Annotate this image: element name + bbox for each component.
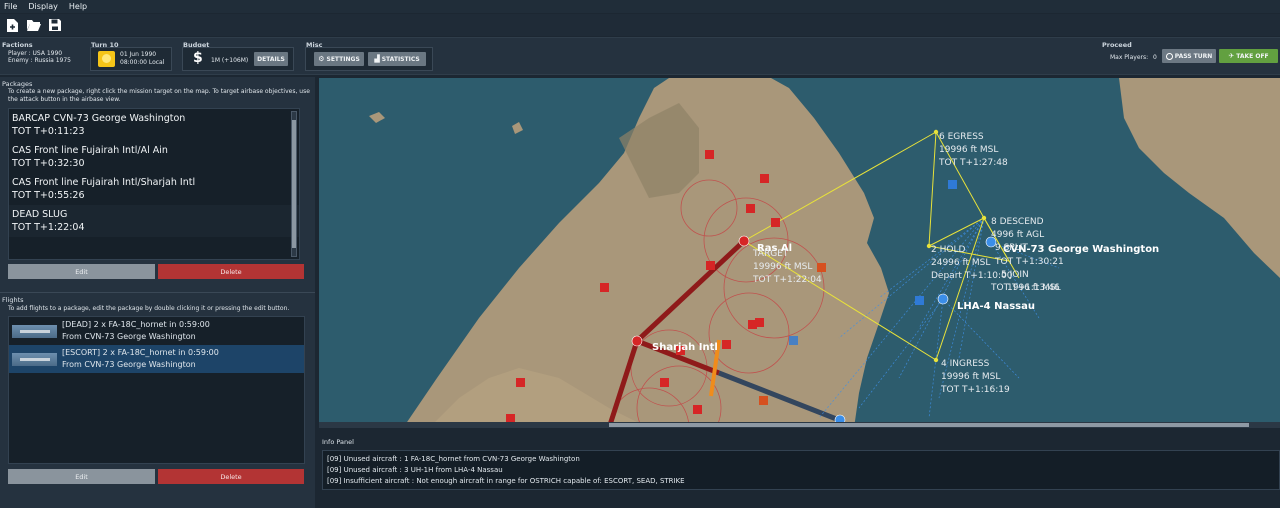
take-off-label: TAKE OFF bbox=[1236, 52, 1269, 60]
settings-label: SETTINGS bbox=[326, 55, 360, 63]
pass-turn-button[interactable]: PASS TURN bbox=[1162, 49, 1216, 63]
menu-help[interactable]: Help bbox=[69, 2, 87, 11]
wp-egress-3: TOT T+1:27:48 bbox=[938, 158, 1008, 168]
package-name: CAS Front line Fujairah Intl/Al Ain bbox=[12, 145, 168, 156]
player-faction: Player : USA 1990 bbox=[8, 50, 63, 57]
dollar-icon: $ bbox=[193, 50, 203, 66]
statistics-label: STATISTICS bbox=[381, 55, 420, 63]
wp-ingress-1: 4 INGRESS bbox=[941, 359, 990, 369]
folder-open-icon[interactable] bbox=[26, 18, 41, 33]
wp-split: 9 SPLIT bbox=[995, 243, 1028, 253]
clock-icon bbox=[1165, 52, 1173, 60]
turn-date: 01 Jun 1990 bbox=[120, 51, 157, 58]
info-panel-title: Info Panel bbox=[322, 438, 354, 446]
left-panel: Packages To create a new package, right … bbox=[0, 77, 315, 508]
sun-icon bbox=[98, 51, 115, 67]
menu-display[interactable]: Display bbox=[28, 2, 58, 11]
wp-target-2: 19996 ft MSL bbox=[753, 262, 812, 272]
info-panel: [09] Unused aircraft : 1 FA-18C_hornet f… bbox=[322, 450, 1280, 490]
package-delete-button[interactable]: Delete bbox=[158, 264, 304, 279]
flight-origin: From CVN-73 George Washington bbox=[62, 332, 196, 341]
max-players-label: Max Players: bbox=[1110, 54, 1149, 61]
turn-box: 01 Jun 1990 08:00:00 Local bbox=[90, 47, 172, 71]
flight-title: [ESCORT] 2 x FA-18C_hornet in 0:59:00 bbox=[62, 348, 219, 357]
chart-icon: ▟ bbox=[374, 55, 380, 63]
budget-box: $ 1M (+106M) DETAILS bbox=[182, 47, 294, 71]
settings-button[interactable]: ⚙ SETTINGS bbox=[314, 52, 364, 66]
lha-marker[interactable] bbox=[937, 293, 949, 305]
budget-value: 1M (+106M) bbox=[211, 57, 249, 64]
toolbar bbox=[0, 14, 1280, 36]
max-players-value: 0 bbox=[1153, 54, 1157, 61]
enemy-faction: Enemy : Russia 1975 bbox=[8, 57, 71, 64]
package-name: BARCAP CVN-73 George Washington bbox=[12, 113, 186, 124]
statistics-button[interactable]: ▟ STATISTICS bbox=[368, 52, 426, 66]
flight-title: [DEAD] 2 x FA-18C_hornet in 0:59:00 bbox=[62, 320, 210, 329]
flights-list: [DEAD] 2 x FA-18C_hornet in 0:59:00 From… bbox=[8, 316, 305, 464]
ras-al-base-marker[interactable] bbox=[738, 235, 750, 247]
floppy-icon[interactable] bbox=[47, 18, 62, 33]
package-tot: TOT T+0:55:26 bbox=[12, 190, 85, 201]
wp-tot-1: TOT T+1:30:21 bbox=[994, 257, 1064, 267]
packages-scrollbar[interactable] bbox=[291, 111, 297, 257]
flight-edit-button[interactable]: Edit bbox=[8, 469, 155, 484]
packages-list: BARCAP CVN-73 George Washington TOT T+0:… bbox=[8, 108, 300, 260]
lha-label: LHA-4 Nassau bbox=[957, 301, 1035, 312]
list-item[interactable]: CAS Front line Fujairah Intl/Sharjah Int… bbox=[9, 173, 299, 205]
wp-hold-3: Depart T+1:10:00 bbox=[931, 271, 1013, 281]
wp-tot-2: TOT T+1:13:46 bbox=[990, 283, 1060, 293]
map-view[interactable]: Ras Al Sharjah Intl CVN-73 George Washin… bbox=[319, 78, 1280, 428]
list-item[interactable]: [ESCORT] 2 x FA-18C_hornet in 0:59:00 Fr… bbox=[9, 345, 304, 373]
top-bar: Factions Player : USA 1990 Enemy : Russi… bbox=[0, 37, 1280, 75]
gear-icon: ⚙ bbox=[318, 55, 325, 63]
file-plus-icon[interactable] bbox=[5, 18, 20, 33]
map-scrollbar[interactable] bbox=[319, 422, 1280, 428]
package-tot: TOT T+0:11:23 bbox=[12, 126, 85, 137]
hornet-thumbnail-icon bbox=[12, 352, 57, 366]
info-line: [09] Insufficient aircraft : Not enough … bbox=[327, 477, 685, 485]
pass-turn-label: PASS TURN bbox=[1174, 52, 1213, 60]
wp-hold-1: 2 HOLD bbox=[931, 245, 965, 255]
list-item[interactable]: CAS Front line Fujairah Intl/Al Ain TOT … bbox=[9, 141, 299, 173]
packages-hint: To create a new package, right click the… bbox=[8, 88, 310, 103]
list-item[interactable]: [DEAD] 2 x FA-18C_hornet in 0:59:00 From… bbox=[9, 317, 304, 345]
package-edit-button[interactable]: Edit bbox=[8, 264, 155, 279]
sharjah-base-marker[interactable] bbox=[631, 335, 643, 347]
sharjah-label: Sharjah Intl bbox=[652, 342, 718, 353]
package-name: DEAD SLUG bbox=[12, 209, 68, 220]
wp-target-1: TARGET bbox=[752, 249, 789, 259]
flight-origin: From CVN-73 George Washington bbox=[62, 360, 196, 369]
packages-title: Packages bbox=[2, 80, 33, 88]
menu-file[interactable]: File bbox=[4, 2, 17, 11]
wp-descend-1: 8 DESCEND bbox=[991, 217, 1044, 227]
wp-descend-2: 4996 ft AGL bbox=[991, 230, 1044, 240]
wp-egress-2: 19996 ft MSL bbox=[939, 145, 998, 155]
misc-box: ⚙ SETTINGS ▟ STATISTICS bbox=[305, 47, 433, 71]
wp-ingress-3: TOT T+1:16:19 bbox=[940, 385, 1010, 395]
wp-target-3: TOT T+1:22:04 bbox=[752, 275, 822, 285]
plane-icon: ✈ bbox=[1228, 52, 1235, 60]
details-button[interactable]: DETAILS bbox=[254, 52, 288, 66]
list-item[interactable]: DEAD SLUG TOT T+1:22:04 bbox=[9, 205, 299, 237]
proceed-label: Proceed bbox=[1102, 41, 1132, 49]
info-line: [09] Unused aircraft : 1 FA-18C_hornet f… bbox=[327, 455, 580, 463]
flights-hint: To add flights to a package, edit the pa… bbox=[8, 305, 290, 312]
wp-ingress-2: 19996 ft MSL bbox=[941, 372, 1000, 382]
package-name: CAS Front line Fujairah Intl/Sharjah Int… bbox=[12, 177, 196, 188]
factions-label: Factions bbox=[2, 41, 33, 49]
hornet-thumbnail-icon bbox=[12, 324, 57, 338]
info-line: [09] Unused aircraft : 3 UH-1H from LHA-… bbox=[327, 466, 503, 474]
map-canvas[interactable]: Ras Al Sharjah Intl CVN-73 George Washin… bbox=[319, 78, 1280, 428]
wp-egress-1: 6 EGRESS bbox=[939, 132, 984, 142]
flights-title: Flights bbox=[2, 296, 24, 304]
turn-time: 08:00:00 Local bbox=[120, 59, 165, 66]
package-tot: TOT T+0:32:30 bbox=[12, 158, 85, 169]
take-off-button[interactable]: ✈ TAKE OFF bbox=[1219, 49, 1278, 63]
menu-bar: File Display Help bbox=[0, 0, 1280, 13]
wp-hold-2: 24996 ft MSL bbox=[931, 258, 990, 268]
list-item[interactable]: BARCAP CVN-73 George Washington TOT T+0:… bbox=[9, 109, 299, 141]
package-tot: TOT T+1:22:04 bbox=[12, 222, 85, 233]
flight-delete-button[interactable]: Delete bbox=[158, 469, 304, 484]
